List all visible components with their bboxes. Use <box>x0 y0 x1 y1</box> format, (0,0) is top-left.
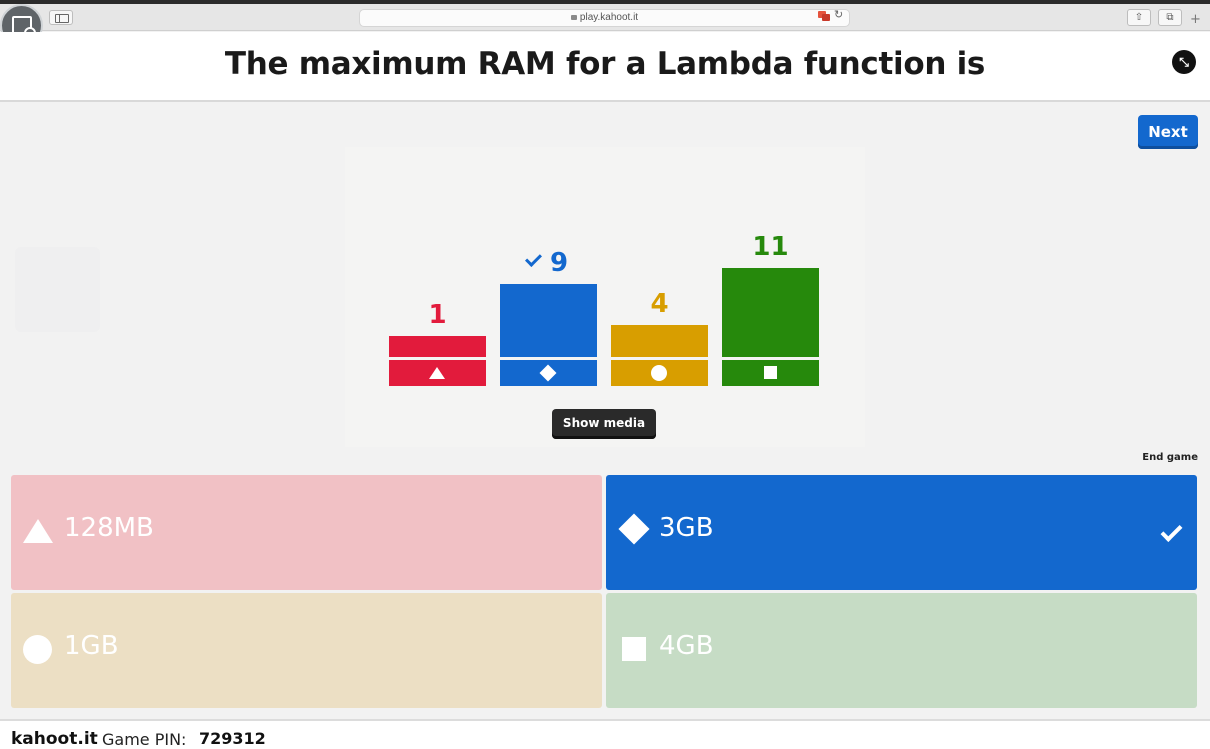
faded-side-graphic <box>15 247 100 332</box>
triangle-icon <box>429 367 445 379</box>
circle-icon <box>23 635 52 664</box>
triangle-icon <box>23 519 53 543</box>
tabs-overview-icon[interactable]: ⧉ <box>1158 9 1182 26</box>
game-pin-label: Game PIN: <box>102 730 187 749</box>
bar-value: 4 <box>650 289 669 319</box>
next-button[interactable]: Next <box>1138 115 1198 149</box>
answer-option-circle: 1GB <box>11 593 602 708</box>
lock-icon <box>570 15 577 20</box>
bar-value: 9 <box>549 248 569 278</box>
square-icon <box>622 637 646 661</box>
share-icon[interactable]: ⇧ <box>1127 9 1151 26</box>
bar-value: 1 <box>428 300 447 330</box>
bar-count-label: 1 <box>389 300 486 330</box>
answer-label: 128MB <box>64 513 154 543</box>
correct-check-icon <box>1160 520 1183 542</box>
diamond-icon <box>539 364 557 382</box>
bar-base <box>500 360 597 386</box>
diamond-icon <box>618 513 650 545</box>
answer-label: 1GB <box>64 631 119 661</box>
bar-base <box>722 360 819 386</box>
bar-count-label: 9 <box>500 248 597 278</box>
url-text: play.kahoot.it <box>579 12 639 23</box>
circle-icon <box>651 365 667 381</box>
sidebar-toggle-icon[interactable] <box>49 10 73 25</box>
bar-base <box>611 360 708 386</box>
bar-value: 11 <box>752 232 789 262</box>
address-bar[interactable]: play.kahoot.it <box>359 9 850 27</box>
show-media-button[interactable]: Show media <box>552 409 656 439</box>
square-icon <box>764 366 777 379</box>
question-header: The maximum RAM for a Lambda function is… <box>0 32 1210 102</box>
answer-option-triangle: 128MB <box>11 475 602 590</box>
answer-option-diamond: 3GB <box>606 475 1197 590</box>
answer-label: 4GB <box>659 631 714 661</box>
brand-label: kahoot.it <box>11 729 98 749</box>
bar-fill <box>722 268 819 357</box>
game-footer: kahoot.it Game PIN: 729312 <box>0 719 1210 749</box>
question-title: The maximum RAM for a Lambda function is <box>224 46 986 82</box>
game-pin-value: 729312 <box>199 729 266 748</box>
fullscreen-toggle-icon[interactable]: ⤡ <box>1172 50 1196 74</box>
reload-icon[interactable]: ↻ <box>834 8 843 21</box>
bar-fill <box>389 336 486 357</box>
bar-fill <box>500 284 597 357</box>
new-tab-icon[interactable]: + <box>1190 12 1201 27</box>
end-game-link[interactable]: End game <box>1140 452 1198 463</box>
answer-label: 3GB <box>659 513 714 543</box>
answer-option-square: 4GB <box>606 593 1197 708</box>
bar-fill <box>611 325 708 357</box>
bar-base <box>389 360 486 386</box>
bar-count-label: 4 <box>611 289 708 319</box>
bar-count-label: 11 <box>722 232 819 262</box>
browser-toolbar: play.kahoot.it ↻ ⇧ ⧉ + <box>0 4 1210 31</box>
correct-check-icon <box>524 250 542 267</box>
extension-icon[interactable] <box>818 11 830 21</box>
